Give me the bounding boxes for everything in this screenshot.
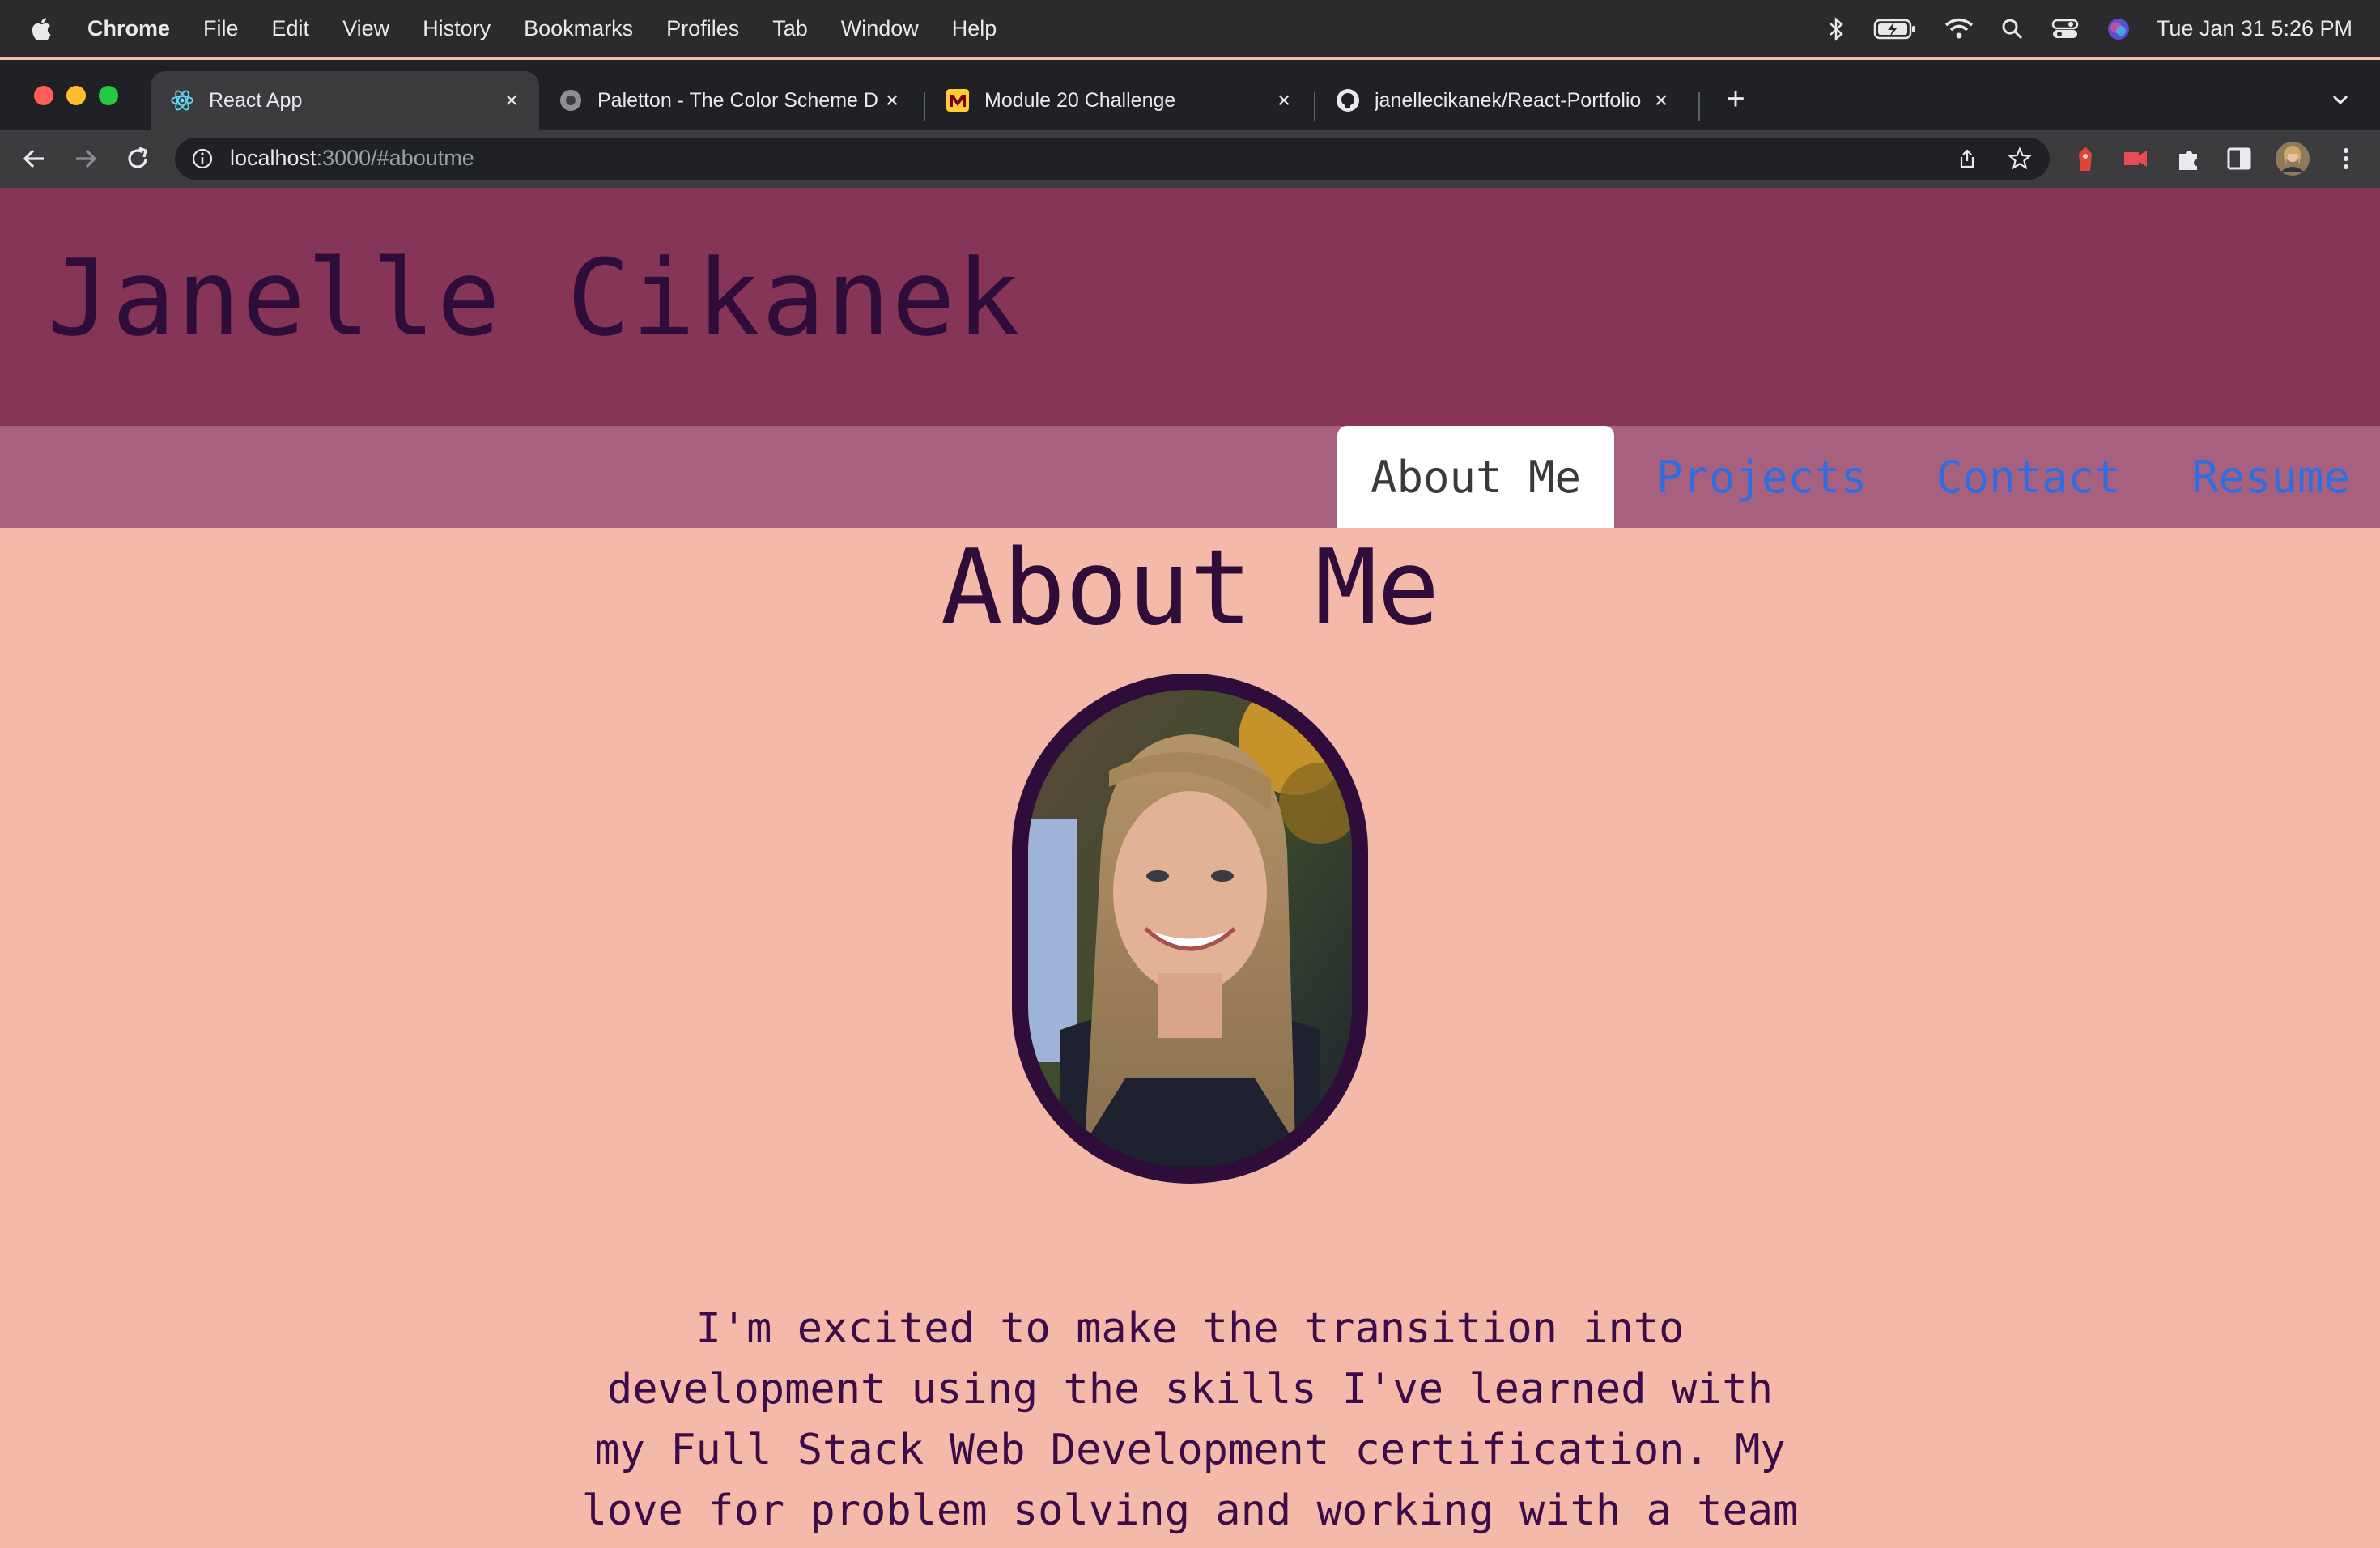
extension-screencast-icon[interactable] bbox=[2121, 144, 2150, 173]
menu-view[interactable]: View bbox=[342, 16, 389, 41]
menu-chrome[interactable]: Chrome bbox=[87, 16, 170, 41]
tab-separator bbox=[1314, 92, 1315, 121]
nav-about-me[interactable]: About Me bbox=[1337, 426, 1614, 528]
new-tab-icon[interactable]: + bbox=[1719, 83, 1752, 115]
tab-search-chevron-icon[interactable] bbox=[2328, 87, 2352, 112]
battery-icon[interactable] bbox=[1873, 17, 1917, 41]
bio-line: I'm excited to make the transition into bbox=[695, 1304, 1685, 1353]
tab-separator bbox=[924, 92, 925, 121]
url-text[interactable]: localhost:3000/#aboutme bbox=[230, 146, 474, 171]
reload-icon[interactable] bbox=[123, 144, 152, 173]
bookmark-star-icon[interactable] bbox=[2008, 147, 2032, 171]
tab-github-react-portfolio[interactable]: janellecikanek/React-Portfolio × bbox=[1316, 71, 1689, 130]
close-tab-icon[interactable]: × bbox=[1650, 89, 1672, 112]
menu-bar-clock[interactable]: Tue Jan 31 5:26 PM bbox=[2157, 16, 2352, 41]
umn-icon bbox=[946, 88, 970, 113]
control-center-icon[interactable] bbox=[2051, 18, 2079, 40]
siri-icon[interactable] bbox=[2106, 17, 2131, 41]
close-window-button[interactable] bbox=[34, 86, 53, 105]
url-host: localhost bbox=[230, 146, 317, 170]
menu-file[interactable]: File bbox=[203, 16, 239, 41]
site-header: Janelle Cikanek bbox=[0, 188, 2380, 426]
back-arrow-icon[interactable] bbox=[19, 144, 49, 173]
menu-help[interactable]: Help bbox=[952, 16, 997, 41]
webpage-viewport: Janelle Cikanek About Me Projects Contac… bbox=[0, 188, 2380, 1548]
tab-strip: React App × Paletton - The Color Scheme … bbox=[0, 60, 2380, 130]
menu-tab[interactable]: Tab bbox=[772, 16, 808, 41]
paletton-icon bbox=[559, 88, 583, 113]
github-icon bbox=[1336, 88, 1360, 113]
tab-separator bbox=[1698, 92, 1700, 121]
bio-line: development using the skills I've learne… bbox=[606, 1365, 1774, 1414]
share-icon[interactable] bbox=[1956, 147, 1978, 170]
tab-module-20-challenge[interactable]: Module 20 Challenge × bbox=[926, 71, 1311, 130]
browser-toolbar: localhost:3000/#aboutme bbox=[0, 130, 2380, 188]
wifi-icon[interactable] bbox=[1944, 18, 1974, 40]
minimize-window-button[interactable] bbox=[66, 86, 86, 105]
spotlight-search-icon[interactable] bbox=[2001, 18, 2024, 40]
menu-profiles[interactable]: Profiles bbox=[666, 16, 739, 41]
site-info-icon[interactable] bbox=[191, 147, 214, 170]
extension-red-icon[interactable] bbox=[2071, 144, 2100, 173]
maximize-window-button[interactable] bbox=[99, 86, 118, 105]
tab-title: Paletton - The Color Scheme D bbox=[597, 88, 878, 112]
site-title: Janelle Cikanek bbox=[47, 236, 1022, 359]
extensions-puzzle-icon[interactable] bbox=[2174, 144, 2204, 173]
menu-history[interactable]: History bbox=[423, 16, 491, 41]
tab-paletton[interactable]: Paletton - The Color Scheme D × bbox=[539, 71, 920, 130]
react-icon bbox=[170, 88, 194, 113]
bio-text: I'm excited to make the transition into … bbox=[534, 1299, 1846, 1542]
close-tab-icon[interactable]: × bbox=[1273, 89, 1295, 112]
nav-projects[interactable]: Projects bbox=[1656, 426, 1867, 528]
apple-icon[interactable] bbox=[29, 15, 52, 43]
nav-contact[interactable]: Contact bbox=[1936, 426, 2121, 528]
close-tab-icon[interactable]: × bbox=[881, 89, 903, 112]
menu-window[interactable]: Window bbox=[841, 16, 919, 41]
profile-photo bbox=[1012, 674, 1368, 1184]
bio-line: love for problem solving and working wit… bbox=[581, 1486, 1799, 1535]
menu-bookmarks[interactable]: Bookmarks bbox=[524, 16, 633, 41]
nav-resume[interactable]: Resume bbox=[2192, 426, 2350, 528]
section-title: About Me bbox=[940, 528, 1440, 649]
profile-avatar[interactable] bbox=[2275, 141, 2310, 176]
profile-photo-image bbox=[1028, 690, 1352, 1167]
browser-window: React App × Paletton - The Color Scheme … bbox=[0, 60, 2380, 188]
side-panel-icon[interactable] bbox=[2225, 144, 2254, 173]
tab-title: Module 20 Challenge bbox=[984, 88, 1176, 112]
close-tab-icon[interactable]: × bbox=[500, 89, 523, 112]
site-nav: About Me Projects Contact Resume bbox=[0, 426, 2380, 528]
bio-line: my Full Stack Web Development certificat… bbox=[594, 1426, 1786, 1474]
address-bar[interactable]: localhost:3000/#aboutme bbox=[175, 138, 2050, 180]
macos-menu-bar: Chrome File Edit View History Bookmarks … bbox=[0, 0, 2380, 57]
chrome-menu-kebab-icon[interactable] bbox=[2331, 144, 2361, 173]
tab-react-app[interactable]: React App × bbox=[151, 71, 539, 130]
bluetooth-icon[interactable] bbox=[1828, 16, 1846, 42]
url-path: :3000/#aboutme bbox=[316, 146, 474, 170]
forward-arrow-icon[interactable] bbox=[71, 144, 100, 173]
tab-title: React App bbox=[209, 88, 303, 112]
tab-title: janellecikanek/React-Portfolio bbox=[1375, 88, 1642, 112]
menu-edit[interactable]: Edit bbox=[272, 16, 310, 41]
